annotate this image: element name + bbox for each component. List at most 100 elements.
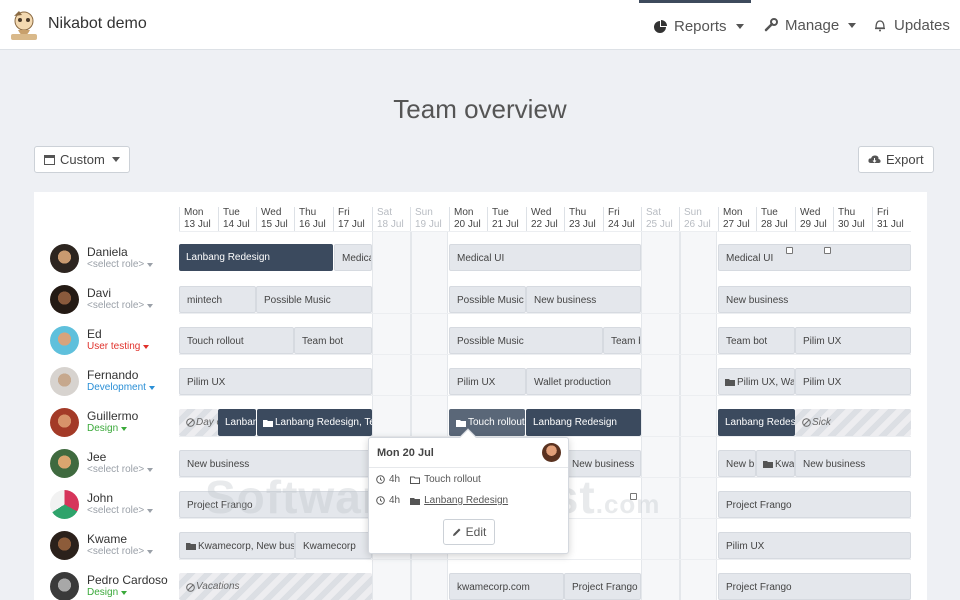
task-block[interactable]: mintech	[179, 286, 256, 313]
person-name[interactable]: Fernando	[87, 368, 138, 382]
nav-updates[interactable]: Updates	[873, 0, 950, 50]
task-block[interactable]: Possible Music	[449, 286, 526, 313]
nav-manage[interactable]: Manage	[764, 0, 857, 50]
day-date: 13 Jul	[184, 219, 211, 230]
task-block[interactable]: Pilim UX	[449, 368, 526, 395]
day-of-week: Tue	[492, 207, 509, 218]
task-block[interactable]: Kwamecorp	[295, 532, 372, 559]
role-selector[interactable]: Design	[87, 423, 128, 434]
edit-button[interactable]: Edit	[443, 519, 495, 545]
person-name[interactable]: John	[87, 491, 113, 505]
role-selector[interactable]: Development	[87, 382, 155, 393]
person-name[interactable]: Daniela	[87, 245, 128, 259]
task-block[interactable]: Team bot	[294, 327, 372, 354]
cloud-download-icon	[868, 155, 881, 163]
task-block[interactable]: Kwa	[756, 450, 795, 477]
role-selector[interactable]: <select role>	[87, 505, 154, 516]
task-block[interactable]: New business	[718, 286, 911, 313]
day-date: 25 Jul	[646, 219, 673, 230]
page-title: Team overview	[393, 94, 567, 124]
day-header: Fri 24 Jul	[603, 207, 635, 231]
person-name[interactable]: Guillermo	[87, 409, 138, 423]
chevron-down-icon	[147, 262, 154, 267]
task-block[interactable]: New business	[795, 450, 911, 477]
role-selector[interactable]: <select role>	[87, 546, 154, 557]
day-of-week: Thu	[838, 207, 856, 218]
task-block[interactable]: Project Frango	[564, 573, 641, 600]
day-of-week: Fri	[608, 207, 620, 218]
task-block[interactable]: Medical UI	[718, 244, 911, 271]
role-label: User testing	[87, 341, 141, 352]
task-block[interactable]: Lanbang Redesign, Tea	[257, 409, 372, 436]
day-of-week: Fri	[338, 207, 350, 218]
ban-icon	[802, 418, 811, 427]
task-block[interactable]: Lanban	[218, 409, 256, 436]
nikabot-logo-icon[interactable]	[8, 8, 40, 42]
task-block[interactable]: Kwamecorp, New busir	[179, 532, 295, 559]
task-block[interactable]: Possible Music	[449, 327, 603, 354]
person-name[interactable]: Kwame	[87, 532, 127, 546]
day-of-week: Mon	[184, 207, 204, 218]
day-of-week: Thu	[299, 207, 317, 218]
day-of-week: Sat	[646, 207, 662, 218]
task-block[interactable]: Team b	[603, 327, 641, 354]
role-label: <select role>	[87, 259, 145, 270]
person-name[interactable]: Pedro Cardoso	[87, 573, 168, 587]
app-title[interactable]: Nikabot demo	[48, 15, 147, 33]
note-icon[interactable]	[786, 247, 793, 254]
task-block[interactable]: Pilim UX	[718, 532, 911, 559]
custom-range-button[interactable]: Custom	[34, 146, 130, 173]
clock-icon	[376, 496, 385, 505]
day-header: Tue 21 Jul	[487, 207, 519, 231]
day-header: Wed 15 Jul	[256, 207, 288, 231]
task-block[interactable]: Touch rollout	[179, 327, 294, 354]
task-block[interactable]: Lanbang Redesign	[526, 409, 641, 436]
nav-reports[interactable]: Reports	[639, 0, 751, 50]
chevron-down-icon	[848, 22, 857, 28]
export-button[interactable]: Export	[858, 146, 934, 173]
task-block[interactable]: Pilim UX	[795, 368, 911, 395]
entry-project-link[interactable]: Lanbang Redesign	[424, 495, 508, 506]
task-block[interactable]: Pilim UX	[179, 368, 372, 395]
task-block[interactable]: Possible Music	[256, 286, 372, 313]
weekend-column	[679, 231, 681, 600]
role-selector[interactable]: <select role>	[87, 259, 154, 270]
day-date: 27 Jul	[723, 219, 750, 230]
folder-icon	[456, 420, 466, 427]
role-selector[interactable]: <select role>	[87, 464, 154, 475]
note-icon[interactable]	[824, 247, 831, 254]
wrench-icon	[764, 18, 778, 32]
task-block[interactable]: Medical UI	[449, 244, 641, 271]
task-block[interactable]: Wallet production	[526, 368, 641, 395]
task-block[interactable]: Lanbang Redesig	[718, 409, 795, 436]
task-block[interactable]: Project Frango	[718, 573, 911, 600]
day-date: 17 Jul	[338, 219, 365, 230]
popover-entry: 4h Touch rollout	[376, 474, 481, 485]
task-block[interactable]: Team bot	[718, 327, 795, 354]
task-block[interactable]: New business	[526, 286, 641, 313]
time-off-block[interactable]: Vacations	[179, 573, 372, 600]
chevron-down-icon	[147, 549, 154, 554]
nav-manage-label: Manage	[785, 16, 840, 34]
role-label: Design	[87, 587, 119, 598]
day-header: Fri 31 Jul	[872, 207, 904, 231]
role-selector[interactable]: Design	[87, 587, 128, 598]
row-divider	[179, 231, 911, 232]
time-off-block[interactable]: Day o	[179, 409, 218, 436]
day-header: Mon 20 Jul	[449, 207, 481, 231]
time-off-block[interactable]: Sick	[795, 409, 911, 436]
day-header: Sat 18 Jul	[372, 207, 404, 231]
task-block[interactable]: New bu	[718, 450, 756, 477]
task-block[interactable]: Pilim UX	[795, 327, 911, 354]
role-selector[interactable]: User testing	[87, 341, 150, 352]
task-block[interactable]: Project Frango	[718, 491, 911, 518]
role-selector[interactable]: <select role>	[87, 300, 154, 311]
task-block[interactable]: Medica	[334, 244, 372, 271]
task-block[interactable]: Lanbang Redesign	[179, 244, 333, 271]
person-name[interactable]: Davi	[87, 286, 111, 300]
day-date: 22 Jul	[531, 219, 558, 230]
person-name[interactable]: Ed	[87, 327, 102, 341]
person-name[interactable]: Jee	[87, 450, 106, 464]
avatar	[50, 531, 79, 560]
task-block[interactable]: kwamecorp.com	[449, 573, 564, 600]
